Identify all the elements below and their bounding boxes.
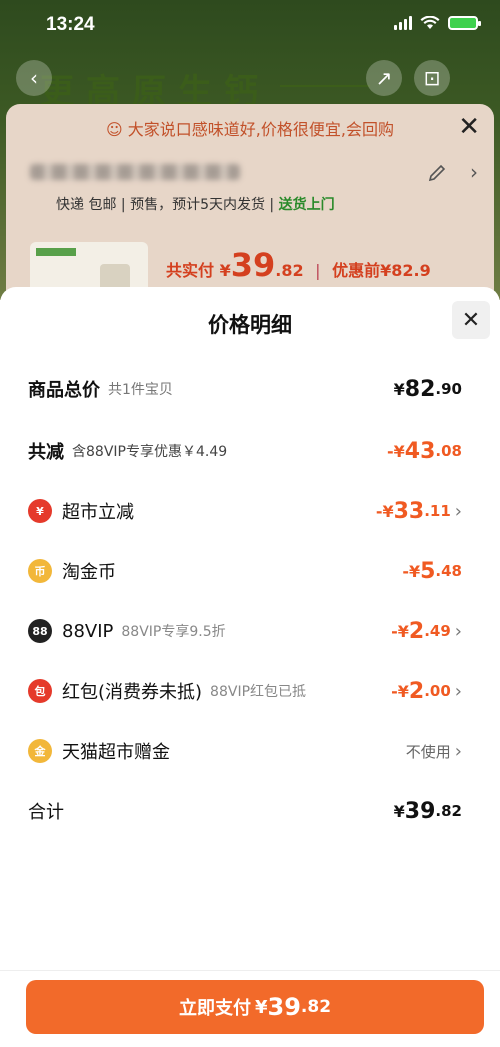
tmall-gift-status: 不使用 xyxy=(405,742,451,761)
red-packet-icon: 包 xyxy=(28,679,52,703)
amount-int: 82 xyxy=(404,376,436,402)
amount-dec: .48 xyxy=(435,562,462,580)
supermarket-amount: -¥ 33.11 › xyxy=(376,491,462,531)
review-prompt: ☺ 大家说口感味道好,价格很便宜,会回购 xyxy=(6,116,494,140)
tmall-gift-label: 天猫超市赠金 xyxy=(62,742,170,763)
sum-row: 合计 ¥39.82 xyxy=(28,791,478,831)
pay-now-button[interactable]: 立即支付 ¥39.82 xyxy=(26,980,484,1034)
wifi-icon xyxy=(420,16,440,29)
pay-amount-int: 39 xyxy=(267,993,301,1021)
gift-money-icon: 金 xyxy=(28,739,52,763)
currency-symbol: ¥ xyxy=(393,379,405,399)
pay-label: 立即支付 xyxy=(178,998,251,1019)
status-icons xyxy=(394,16,481,30)
total-price-label: 商品总价 xyxy=(28,380,100,401)
amount-dec: .82 xyxy=(435,802,462,820)
share-icon[interactable]: ↗ xyxy=(366,60,402,96)
amount-dec: .49 xyxy=(424,622,451,640)
total-price-row: 商品总价 共1件宝贝 ¥82.90 xyxy=(28,369,478,409)
chevron-right-icon: › xyxy=(454,740,462,762)
paid-total-dec: .82 xyxy=(275,261,304,280)
chevron-right-icon: › xyxy=(454,500,462,522)
gold-coin-label: 淘金币 xyxy=(62,562,116,583)
amount-int: 2 xyxy=(408,678,425,704)
amount-dec: .11 xyxy=(424,502,451,520)
original-price: 优惠前¥82.9 xyxy=(332,261,431,280)
currency-symbol: -¥ xyxy=(375,501,394,521)
amount-int: 5 xyxy=(420,558,436,584)
bottom-divider xyxy=(0,970,500,971)
banner-line xyxy=(280,85,370,87)
amount-dec: .00 xyxy=(424,682,451,700)
red-packet-sub: 88VIP红包已抵 xyxy=(210,684,307,700)
yuan-coupon-icon: ¥ xyxy=(28,499,52,523)
discount-amount: -¥ 43.08 xyxy=(387,431,462,471)
tmall-gift-row[interactable]: 金 天猫超市赠金 不使用 › xyxy=(28,731,478,771)
paid-total-int: 39 xyxy=(230,246,276,284)
gold-coin-amount: -¥ 5.48 xyxy=(402,551,462,591)
price-detail-sheet: 价格明细 ✕ 商品总价 共1件宝贝 ¥82.90 共减 含88VIP专享优惠￥4… xyxy=(0,287,500,1047)
discount-label: 共减 xyxy=(28,442,64,463)
chat-bubble-icon: ☺ xyxy=(106,120,123,139)
paid-total-label: 共实付 ¥ xyxy=(166,261,231,280)
cellular-signal-icon xyxy=(394,16,412,30)
item-count: 共1件宝贝 xyxy=(108,382,173,398)
supermarket-label: 超市立减 xyxy=(62,502,134,523)
status-bar: 13:24 xyxy=(0,0,500,50)
tmall-gift-value: 不使用 › xyxy=(406,731,462,771)
vip-amount: -¥ 2.49 › xyxy=(391,611,462,651)
chevron-right-icon: › xyxy=(454,620,462,642)
amount-dec: .90 xyxy=(435,380,462,398)
price-separator: | xyxy=(315,261,321,280)
discount-sub: 含88VIP专享优惠￥4.49 xyxy=(72,444,228,460)
back-icon[interactable]: ‹ xyxy=(16,60,52,96)
close-icon[interactable]: ✕ xyxy=(458,112,480,142)
red-packet-row[interactable]: 包 红包(消费券未抵) 88VIP红包已抵 -¥ 2.00 › xyxy=(28,671,478,711)
vip-sub: 88VIP专享9.5折 xyxy=(121,624,226,640)
order-summary-card: ☺ 大家说口感味道好,价格很便宜,会回购 ✕ › 快递 包邮 | 预售，预计5天… xyxy=(6,104,494,304)
pay-amount-dec: .82 xyxy=(300,997,332,1017)
paid-total: 共实付 ¥39.82 | 优惠前¥82.9 xyxy=(166,246,431,284)
amount-int: 43 xyxy=(404,438,436,464)
sum-label: 合计 xyxy=(28,802,64,823)
chevron-right-icon[interactable]: › xyxy=(470,160,478,184)
gold-coin-icon: 币 xyxy=(28,559,52,583)
shipping-highlight: 送货上门 xyxy=(278,197,335,213)
chevron-right-icon: › xyxy=(454,680,462,702)
shipping-info: 快递 包邮 | 预售，预计5天内发货 | 送货上门 xyxy=(56,194,335,214)
edit-icon[interactable] xyxy=(426,162,448,184)
cart-icon[interactable]: ⊡ xyxy=(414,60,450,96)
close-button[interactable]: ✕ xyxy=(452,301,490,339)
red-packet-label: 红包(消费券未抵) xyxy=(62,682,203,703)
battery-icon xyxy=(448,16,481,30)
vip-label: 88VIP xyxy=(62,620,114,642)
amount-int: 2 xyxy=(408,618,425,644)
currency-symbol: -¥ xyxy=(387,441,405,461)
amount-int: 33 xyxy=(393,498,425,524)
amount-int: 39 xyxy=(404,798,436,824)
sum-amount: ¥39.82 xyxy=(394,791,462,831)
currency-symbol: -¥ xyxy=(391,681,409,701)
status-time: 13:24 xyxy=(46,14,95,35)
supermarket-discount-row[interactable]: ¥ 超市立减 -¥ 33.11 › xyxy=(28,491,478,531)
shipping-text: 快递 包邮 | 预售，预计5天内发货 | xyxy=(56,197,275,213)
vip-88-icon: 88 xyxy=(28,619,52,643)
close-icon: ✕ xyxy=(461,307,481,333)
currency-symbol: ¥ xyxy=(393,801,405,821)
total-price-amount: ¥82.90 xyxy=(394,369,462,409)
pay-currency: ¥ xyxy=(254,996,268,1018)
amount-dec: .08 xyxy=(435,442,462,460)
sheet-title: 价格明细 xyxy=(208,313,292,337)
vip-discount-row[interactable]: 88 88VIP 88VIP专享9.5折 -¥ 2.49 › xyxy=(28,611,478,651)
currency-symbol: -¥ xyxy=(391,621,409,641)
discount-row: 共减 含88VIP专享优惠￥4.49 -¥ 43.08 xyxy=(28,431,478,471)
currency-symbol: -¥ xyxy=(402,561,421,581)
address-blurred xyxy=(30,164,240,180)
red-packet-amount: -¥ 2.00 › xyxy=(391,671,462,711)
review-prompt-text: 大家说口感味道好,价格很便宜,会回购 xyxy=(127,120,394,139)
gold-coin-row: 币 淘金币 -¥ 5.48 xyxy=(28,551,478,591)
